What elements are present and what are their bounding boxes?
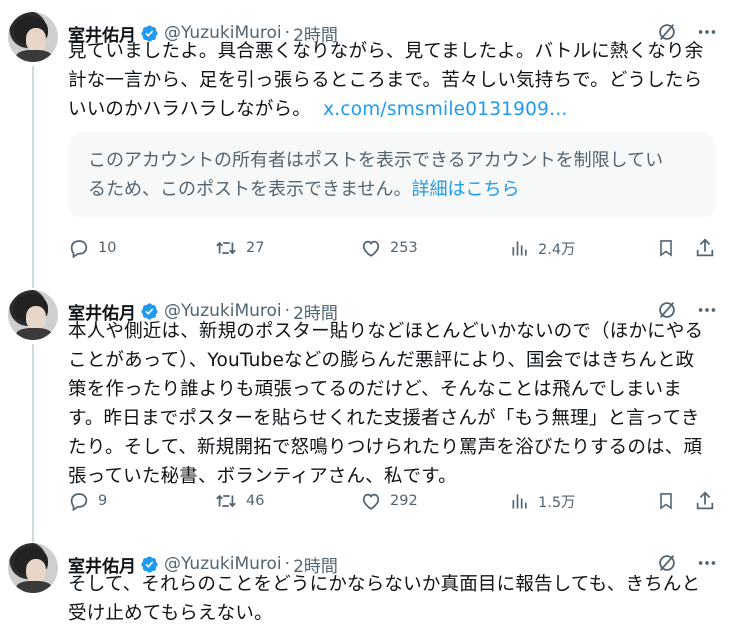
repost-icon [214, 237, 238, 259]
tweet-text-line: 本人や側近は、新規のポスター貼りなどほとんどいかないので（ほかにやる [68, 321, 704, 342]
reply-icon [68, 237, 90, 259]
tweet-text-line: いいのかハラハラしながら。 x.com/smsmile0131909… [68, 95, 718, 124]
tweet-text-line: 見ていましたよ。具合悪くなりながら、見てましたよ。バトルに熱くなり余 [68, 41, 704, 62]
reply-icon [68, 490, 90, 512]
unavailable-post-notice: このアカウントの所有者はポストを表示できるアカウントを制限してい るため、このポ… [68, 132, 716, 218]
tweet[interactable]: 室井佑月 @YuzukiMuroi · 2時間 見ていましたよ。具合悪くなりなが… [0, 12, 730, 282]
learn-more-link[interactable]: 詳細はこちら [411, 179, 519, 200]
like-button[interactable]: 253 [360, 237, 418, 259]
view-count: 1.5万 [538, 494, 576, 511]
share-icon [694, 490, 716, 512]
avatar[interactable] [8, 12, 58, 62]
tweet-actions: 10 27 253 2.4万 [68, 236, 718, 260]
bookmark-button[interactable] [656, 490, 676, 512]
share-button[interactable] [694, 237, 716, 259]
tweet-text-line: す。昨日までポスターを貼らせくれた支援者さんが「もう無理」と言ってき [68, 408, 700, 429]
tweet[interactable]: 室井佑月 @YuzukiMuroi · 2時間 そして、それらのことをどうにかな… [0, 543, 730, 642]
like-button[interactable]: 292 [360, 490, 418, 512]
quoted-link[interactable]: x.com/smsmile0131909… [323, 99, 568, 120]
like-icon [360, 490, 382, 512]
reply-count: 9 [98, 493, 108, 509]
tweet-text-line: そして、それらのことをどうにかならないか真面目に報告しても、きちんと [68, 574, 701, 595]
tweet-text: そして、それらのことをどうにかならないか真面目に報告しても、きちんと 受け止めて… [68, 570, 718, 628]
share-button[interactable] [694, 490, 716, 512]
view-count: 2.4万 [538, 241, 576, 258]
repost-count: 27 [246, 240, 265, 256]
notice-text: このアカウントの所有者はポストを表示できるアカウントを制限してい [88, 150, 664, 171]
repost-button[interactable]: 27 [214, 237, 264, 259]
notice-text-segment: るため、このポストを表示できません。 [88, 179, 412, 200]
tweet-text-line: 張っていた秘書、ボランティアさん、私です。 [68, 466, 457, 487]
timeline-feed: 室井佑月 @YuzukiMuroi · 2時間 見ていましたよ。具合悪くなりなが… [0, 0, 730, 642]
share-icon [694, 237, 716, 259]
avatar[interactable] [8, 543, 58, 593]
views-button[interactable]: 1.5万 [510, 490, 576, 512]
tweet-text-line: 計な一言から、足を引っ張らるところまで。苦々しい気持ちで。どうしたら [68, 70, 703, 91]
views-icon [510, 490, 530, 512]
bookmark-icon [656, 237, 676, 259]
avatar[interactable] [8, 290, 58, 340]
bookmark-button[interactable] [656, 237, 676, 259]
notice-text: るため、このポストを表示できません。詳細はこちら [88, 175, 696, 204]
tweet-text-line: ことがあって）、YouTubeなどの膨らんだ悪評により、国会ではきちんと政 [68, 350, 695, 371]
repost-count: 46 [246, 493, 265, 509]
reply-count: 10 [98, 240, 117, 256]
tweet-actions: 9 46 292 1.5万 [68, 489, 718, 513]
tweet-text-line: たり。そして、新規開拓で怒鳴りつけられたり罵声を浴びたりするのは、頑 [68, 437, 703, 458]
repost-button[interactable]: 46 [214, 490, 264, 512]
reply-button[interactable]: 10 [68, 237, 116, 259]
bookmark-icon [656, 490, 676, 512]
like-count: 292 [390, 493, 418, 509]
tweet-text: 本人や側近は、新規のポスター貼りなどほとんどいかないので（ほかにやる ことがあっ… [68, 317, 718, 491]
reply-button[interactable]: 9 [68, 490, 107, 512]
tweet-text: 見ていましたよ。具合悪くなりながら、見てましたよ。バトルに熱くなり余 計な一言か… [68, 37, 718, 124]
views-icon [510, 237, 530, 259]
tweet-text-line: 受け止めてもらえない。 [68, 603, 273, 624]
tweet[interactable]: 室井佑月 @YuzukiMuroi · 2時間 本人や側近は、新規のポスター貼り… [0, 290, 730, 530]
views-button[interactable]: 2.4万 [510, 237, 576, 259]
tweet-text-segment: いいのかハラハラしながら。 [68, 99, 311, 120]
repost-icon [214, 490, 238, 512]
like-count: 253 [390, 240, 418, 256]
like-icon [360, 237, 382, 259]
tweet-text-line: 策を作ったり誰よりも頑張ってるのだけど、そんなことは飛んでしまいま [68, 379, 682, 400]
